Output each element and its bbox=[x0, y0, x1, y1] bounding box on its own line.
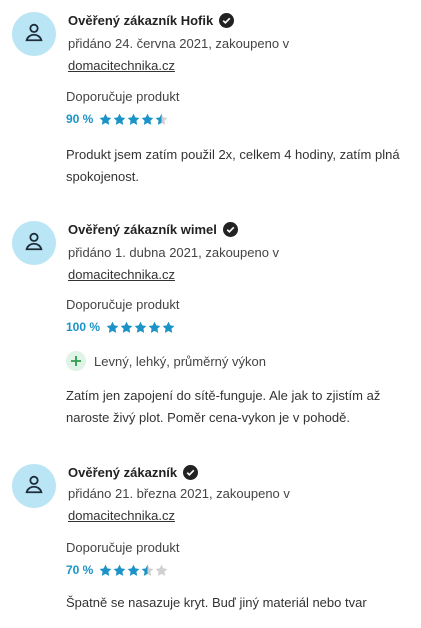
star-icon bbox=[113, 564, 126, 577]
star-icon bbox=[127, 113, 140, 126]
rating-percent: 90 % bbox=[66, 112, 94, 126]
star-icon bbox=[113, 113, 126, 126]
user-avatar bbox=[12, 464, 56, 508]
star-icon bbox=[155, 113, 168, 126]
plus-icon bbox=[66, 351, 86, 371]
pro-item: Levný, lehký, průměrný výkon bbox=[66, 351, 266, 371]
review-meta: přidáno 24. června 2021, zakoupeno v dom… bbox=[68, 33, 289, 77]
shop-link[interactable]: domacitechnika.cz bbox=[68, 508, 175, 523]
star-icon bbox=[155, 564, 168, 577]
rating: 100 % bbox=[66, 320, 175, 334]
author-name: Ověřený zákazník wimel bbox=[68, 222, 217, 237]
user-avatar bbox=[12, 221, 56, 265]
review-date: přidáno 24. června 2021, zakoupeno v bbox=[68, 36, 290, 51]
recommend-label: Doporučuje produkt bbox=[66, 89, 180, 104]
review-date: přidáno 1. dubna 2021, zakoupeno v bbox=[68, 245, 280, 260]
shop-link[interactable]: domacitechnika.cz bbox=[68, 58, 175, 73]
star-icon bbox=[120, 321, 133, 334]
user-icon bbox=[23, 21, 45, 48]
star-icon bbox=[134, 321, 147, 334]
star-icon bbox=[148, 321, 161, 334]
review-text: Produkt jsem zatím použil 2x, celkem 4 h… bbox=[66, 147, 400, 184]
review-text: Zatím jen zapojení do sítě-funguje. Ale … bbox=[66, 388, 381, 425]
rating: 70 % bbox=[66, 563, 168, 577]
rating: 90 % bbox=[66, 112, 168, 126]
review-meta: přidáno 1. dubna 2021, zakoupeno v domac… bbox=[68, 242, 279, 286]
rating-stars bbox=[106, 321, 175, 334]
star-icon bbox=[127, 564, 140, 577]
rating-percent: 70 % bbox=[66, 563, 94, 577]
verified-check-icon bbox=[222, 222, 238, 237]
review-date: přidáno 21. března 2021, zakoupeno v bbox=[68, 486, 290, 501]
star-icon bbox=[99, 564, 112, 577]
user-icon bbox=[23, 473, 45, 500]
pro-text: Levný, lehký, průměrný výkon bbox=[94, 353, 266, 369]
review-meta: přidáno 21. března 2021, zakoupeno v dom… bbox=[68, 483, 290, 527]
author-name: Ověřený zákazník Hofik bbox=[68, 13, 214, 28]
user-icon bbox=[23, 230, 45, 257]
star-icon bbox=[141, 113, 154, 126]
rating-percent: 100 % bbox=[66, 320, 101, 334]
star-icon bbox=[141, 564, 154, 577]
star-icon bbox=[106, 321, 119, 334]
author-name: Ověřený zákazník bbox=[68, 465, 178, 480]
recommend-label: Doporučuje produkt bbox=[66, 297, 180, 312]
star-icon bbox=[162, 321, 175, 334]
shop-link[interactable]: domacitechnika.cz bbox=[68, 267, 175, 282]
user-avatar bbox=[12, 12, 56, 56]
rating-stars bbox=[99, 113, 168, 126]
rating-stars bbox=[99, 564, 168, 577]
verified-check-icon bbox=[183, 465, 199, 480]
review-text: Špatně se nasazuje kryt. Buď jiný materi… bbox=[66, 595, 367, 610]
verified-check-icon bbox=[219, 13, 235, 28]
star-icon bbox=[99, 113, 112, 126]
recommend-label: Doporučuje produkt bbox=[66, 540, 180, 555]
